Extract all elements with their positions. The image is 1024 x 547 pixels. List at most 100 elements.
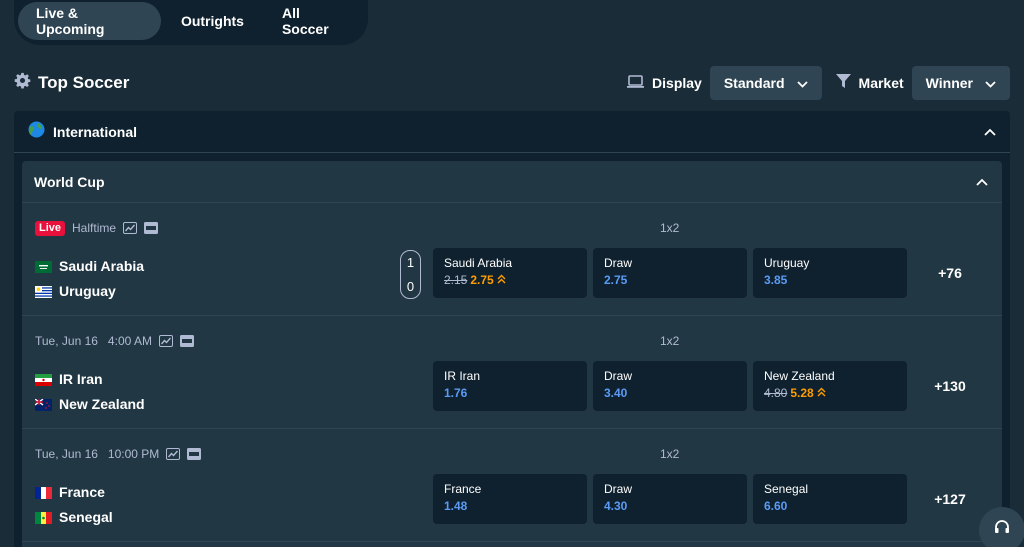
home-team: Saudi Arabia [35, 253, 144, 278]
page-title: Top Soccer [38, 73, 130, 92]
same-game-multi-icon[interactable] [187, 448, 202, 460]
league-label: World Cup [34, 173, 105, 190]
team-name: Senegal [59, 508, 113, 525]
chevron-up-icon[interactable] [976, 178, 988, 186]
stats-chart-icon[interactable] [123, 222, 138, 234]
odds-up-arrow-icon [497, 273, 506, 287]
display-dropdown[interactable]: Standard [709, 66, 822, 100]
match-row[interactable]: Live Halftime 1x2 Saudi Arabia Uruguay 1… [22, 203, 1002, 316]
support-chat-button[interactable] [979, 507, 1024, 547]
odds-button-away[interactable]: Uruguay 3.85 [753, 248, 907, 298]
tab-live-upcoming[interactable]: Live & Upcoming [18, 2, 161, 40]
odds-old-price: 4.80 [764, 386, 788, 400]
france-flag-icon [35, 486, 52, 499]
market-label: Market [835, 74, 904, 92]
odds-selection: New Zealand [764, 369, 835, 383]
international-section: International World Cup Live Halftime 1x… [14, 111, 1010, 547]
world-cup-header[interactable]: World Cup [22, 161, 1002, 203]
chevron-down-icon [985, 75, 996, 91]
page-title-group: Top Soccer [14, 72, 129, 94]
odds-button-draw[interactable]: Draw 3.40 [593, 361, 747, 411]
tab-outrights[interactable]: Outrights [163, 2, 262, 40]
odds-selection: Senegal [764, 482, 809, 496]
odds-button-draw[interactable]: Draw 4.30 [593, 474, 747, 524]
odds-button-away[interactable]: Senegal 6.60 [753, 474, 907, 524]
team-name: IR Iran [59, 370, 103, 387]
globe-icon [28, 121, 45, 143]
odds-old-price: 2.15 [444, 273, 468, 287]
odds-selection: IR Iran [444, 369, 481, 383]
world-cup-league: World Cup Live Halftime 1x2 Saudi Arabia… [22, 161, 1002, 547]
laptop-icon [627, 75, 645, 91]
away-team: Uruguay [35, 278, 144, 303]
display-label: Display [627, 75, 702, 91]
market-name: 1x2 [660, 221, 680, 235]
display-label-text: Display [652, 75, 702, 91]
odds-selection: France [444, 482, 482, 496]
match-meta: Live Halftime [35, 220, 159, 236]
stats-chart-icon[interactable] [166, 448, 181, 460]
teams: Saudi Arabia Uruguay [35, 253, 144, 303]
market-name: 1x2 [660, 334, 680, 348]
display-dropdown-value: Standard [723, 75, 785, 91]
odds-new-price: 5.28 [790, 386, 814, 400]
chevron-up-icon[interactable] [984, 128, 996, 136]
match-row[interactable]: Tue, Jun 16 4:00 AM 1x2 IR Iran New Zeal… [22, 316, 1002, 429]
international-header[interactable]: International [14, 111, 1010, 153]
odds-button-draw[interactable]: Draw 2.75 [593, 248, 747, 298]
score-box: 1 0 [400, 250, 421, 299]
odds-selection: Draw [604, 256, 633, 270]
match-start-time: Tue, Jun 16 10:00 PM [35, 447, 160, 461]
odds-button-home[interactable]: Saudi Arabia 2.15 2.75 [433, 248, 587, 298]
chevron-down-icon [796, 75, 808, 91]
away-team: Senegal [35, 504, 113, 529]
stats-chart-icon[interactable] [158, 335, 173, 347]
market-name: 1x2 [660, 447, 680, 461]
section-label: International [53, 123, 138, 140]
uruguay-flag-icon [35, 285, 52, 298]
odds-price: 2.75 [604, 273, 628, 287]
home-score: 1 [406, 255, 415, 271]
tab-all-soccer[interactable]: All Soccer [264, 2, 364, 40]
market-label-text: Market [858, 75, 904, 91]
odds-price: 3.85 [764, 273, 788, 287]
match-meta: Tue, Jun 16 4:00 AM [35, 333, 194, 349]
more-markets-link[interactable]: +130 [920, 378, 980, 394]
odds-price: 4.80 5.28 [764, 386, 896, 400]
iran-flag-icon [35, 373, 52, 386]
filter-icon [835, 74, 851, 92]
odds-up-arrow-icon [817, 386, 826, 400]
odds-button-home[interactable]: France 1.48 [433, 474, 587, 524]
page-header: Top Soccer Display Standard Market Winne… [14, 66, 1010, 100]
match-meta: Tue, Jun 16 10:00 PM [35, 446, 202, 462]
odds-new-price: 2.75 [470, 273, 494, 287]
odds-selection: Draw [604, 482, 633, 496]
market-dropdown-value: Winner [925, 75, 973, 91]
home-team: France [35, 479, 113, 504]
team-name: New Zealand [59, 395, 145, 412]
team-name: Saudi Arabia [59, 257, 145, 274]
away-team: New Zealand [34, 391, 145, 416]
headset-icon [993, 519, 1011, 542]
more-markets-link[interactable]: +127 [920, 491, 980, 507]
away-score: 0 [406, 278, 415, 294]
odds-button-away[interactable]: New Zealand 4.80 5.28 [753, 361, 907, 411]
odds-price: 6.60 [764, 499, 788, 513]
match-start-time: Tue, Jun 16 4:00 AM [35, 334, 152, 348]
more-markets-link[interactable]: +76 [920, 265, 980, 281]
odds-price: 3.40 [604, 386, 628, 400]
odds-button-home[interactable]: IR Iran 1.76 [433, 361, 587, 411]
team-name: Uruguay [59, 282, 116, 299]
saudi-arabia-flag-icon [35, 260, 52, 273]
same-game-multi-icon[interactable] [144, 222, 159, 234]
market-dropdown[interactable]: Winner [911, 66, 1010, 100]
match-status: Halftime [72, 221, 117, 235]
teams: France Senegal [35, 479, 113, 529]
senegal-flag-icon [35, 511, 52, 524]
home-team: IR Iran [35, 366, 145, 391]
match-row[interactable]: Tue, Jun 16 10:00 PM 1x2 France Senegal … [22, 429, 1002, 542]
odds-selection: Draw [604, 369, 633, 383]
sport-tabs: Live & Upcoming Outrights All Soccer [14, 0, 368, 45]
teams: IR Iran New Zealand [34, 366, 145, 416]
same-game-multi-icon[interactable] [179, 335, 194, 347]
